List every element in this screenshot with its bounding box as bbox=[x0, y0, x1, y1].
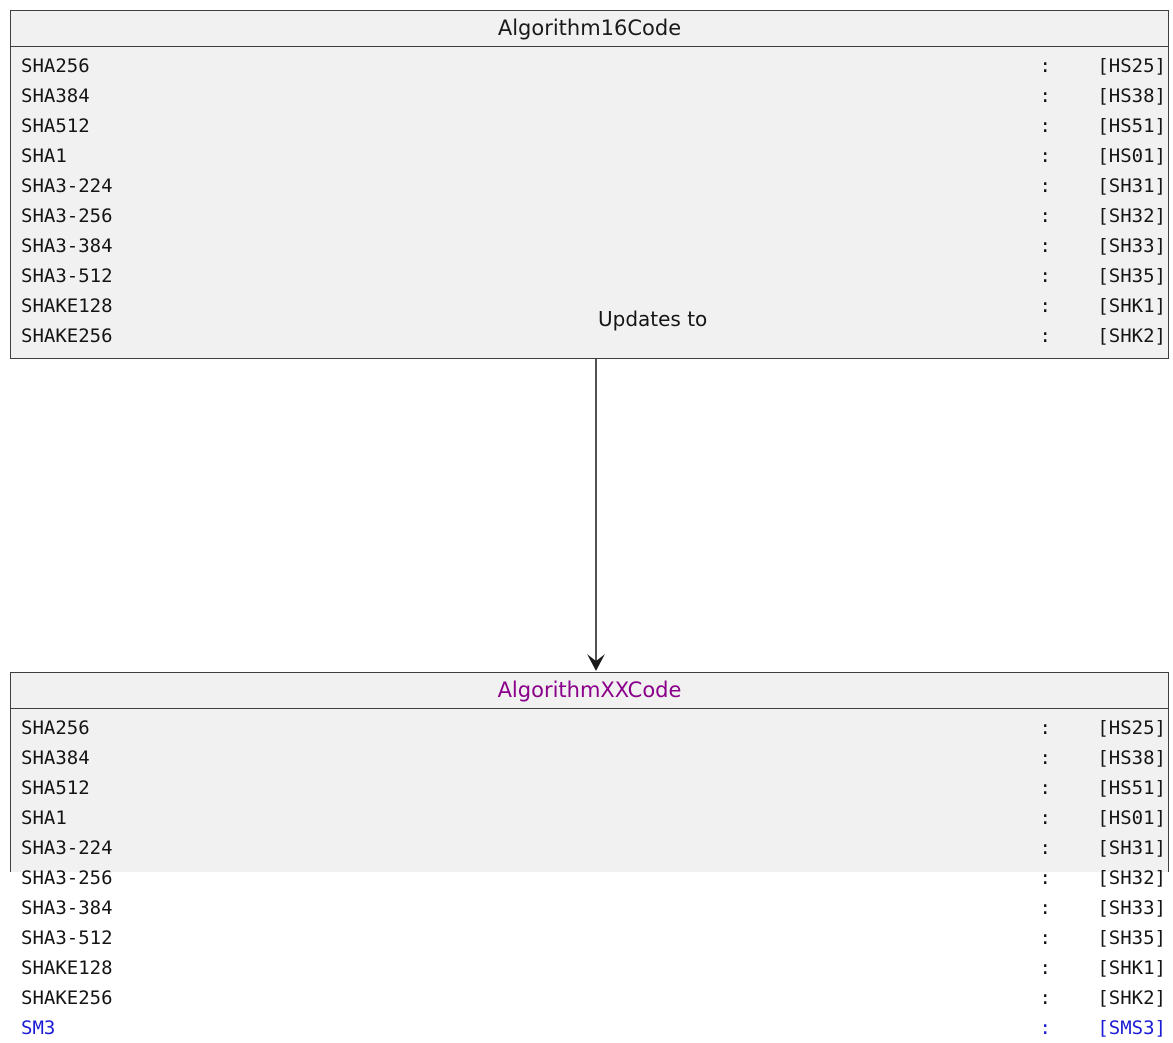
enum-entry-code: [HS51] bbox=[1097, 777, 1166, 799]
enum-entry-code: [SH33] bbox=[1097, 897, 1166, 919]
enum-entry-code: [HS25] bbox=[1097, 55, 1166, 77]
enum-entry-name: SHA256 bbox=[21, 55, 90, 77]
enum-entry-row: SHA3-384: [SH33] bbox=[11, 231, 1168, 261]
enum-entry-separator: : bbox=[1039, 145, 1051, 167]
enum-entry-row: SHA3-224: [SH31] bbox=[11, 171, 1168, 201]
enum-entry-code: [HS01] bbox=[1097, 145, 1166, 167]
enum-entry-separator: : bbox=[1039, 927, 1051, 949]
arrowhead-icon bbox=[587, 654, 605, 671]
enum-entry-name: SHA3-384 bbox=[21, 897, 113, 919]
enum-entry-code: [HS38] bbox=[1097, 747, 1166, 769]
enum-entry-separator: : bbox=[1039, 115, 1051, 137]
enum-entry-name: SHA3-512 bbox=[21, 265, 113, 287]
enum-entry-row: SHA512: [HS51] bbox=[11, 111, 1168, 141]
enum-entry-code: [HS51] bbox=[1097, 115, 1166, 137]
enum-entry-row: SM3: [SMS3] bbox=[11, 1013, 1168, 1043]
enum-entry-separator: : bbox=[1039, 175, 1051, 197]
algorithm16code-entries: SHA256: [HS25] SHA384: [HS38] SHA512: [HS51] S… bbox=[11, 47, 1168, 351]
enum-entry-row: SHA256: [HS25] bbox=[11, 51, 1168, 81]
enum-entry-row: SHAKE128: [SHK1] bbox=[11, 953, 1168, 983]
enum-entry-code: [SH33] bbox=[1097, 235, 1166, 257]
enum-entry-row: SHA1: [HS01] bbox=[11, 803, 1168, 833]
enum-entry-separator: : bbox=[1039, 837, 1051, 859]
enum-entry-row: SHA256: [HS25] bbox=[11, 713, 1168, 743]
enum-entry-row: SHA3-512: [SH35] bbox=[11, 261, 1168, 291]
enum-entry-name: SHA1 bbox=[21, 807, 67, 829]
enum-entry-separator: : bbox=[1039, 867, 1051, 889]
enum-entry-code: [SHK2] bbox=[1097, 325, 1166, 347]
enum-entry-name: SHA512 bbox=[21, 777, 90, 799]
enum-entry-separator: : bbox=[1039, 85, 1051, 107]
enum-entry-code: [SMS3] bbox=[1097, 1017, 1166, 1039]
enum-entry-code: [SH35] bbox=[1097, 265, 1166, 287]
enum-entry-code: [SH31] bbox=[1097, 175, 1166, 197]
enum-entry-name: SHAKE128 bbox=[21, 957, 113, 979]
enum-entry-row: SHA384: [HS38] bbox=[11, 743, 1168, 773]
enum-entry-name: SHA1 bbox=[21, 145, 67, 167]
enum-entry-name: SHA3-256 bbox=[21, 205, 113, 227]
enum-entry-code: [HS38] bbox=[1097, 85, 1166, 107]
enum-entry-row: SHA512: [HS51] bbox=[11, 773, 1168, 803]
enum-entry-name: SHA3-384 bbox=[21, 235, 113, 257]
enum-entry-code: [SH32] bbox=[1097, 867, 1166, 889]
enum-entry-separator: : bbox=[1039, 777, 1051, 799]
enum-entry-separator: : bbox=[1039, 205, 1051, 227]
enum-entry-row: SHA3-224: [SH31] bbox=[11, 833, 1168, 863]
enum-entry-row: SHAKE256: [SHK2] bbox=[11, 983, 1168, 1013]
enum-entry-separator: : bbox=[1039, 807, 1051, 829]
algorithm16code-class-box: Algorithm16Code SHA256: [HS25] SHA384: [HS3… bbox=[10, 10, 1169, 359]
enum-entry-separator: : bbox=[1039, 235, 1051, 257]
enum-entry-row: SHA3-384: [SH33] bbox=[11, 893, 1168, 923]
enum-entry-separator: : bbox=[1039, 265, 1051, 287]
enum-entry-code: [SHK1] bbox=[1097, 295, 1166, 317]
enum-entry-name: SHA512 bbox=[21, 115, 90, 137]
enum-entry-name: SHA384 bbox=[21, 85, 90, 107]
enum-entry-code: [SH32] bbox=[1097, 205, 1166, 227]
enum-entry-row: SHAKE128: [SHK1] bbox=[11, 291, 1168, 321]
enum-entry-separator: : bbox=[1039, 747, 1051, 769]
enum-entry-name: SM3 bbox=[21, 1017, 56, 1039]
enum-entry-name: SHA3-512 bbox=[21, 927, 113, 949]
enum-entry-separator: : bbox=[1039, 295, 1051, 317]
algorithm16code-title: Algorithm16Code bbox=[11, 11, 1168, 47]
enum-entry-row: SHAKE256: [SHK2] bbox=[11, 321, 1168, 351]
enum-entry-code: [SHK2] bbox=[1097, 987, 1166, 1009]
enum-entry-row: SHA1: [HS01] bbox=[11, 141, 1168, 171]
enum-entry-row: SHA384: [HS38] bbox=[11, 81, 1168, 111]
enum-entry-name: SHA384 bbox=[21, 747, 90, 769]
algorithmxxcode-entries: SHA256: [HS25] SHA384: [HS38] SHA512: [HS51] S… bbox=[11, 709, 1168, 1043]
enum-entry-name: SHAKE256 bbox=[21, 325, 113, 347]
enum-entry-separator: : bbox=[1039, 987, 1051, 1009]
algorithmxxcode-class-box: AlgorithmXXCode SHA256: [HS25] SHA384: [HS3… bbox=[10, 672, 1169, 1039]
enum-entry-separator: : bbox=[1039, 897, 1051, 919]
enum-entry-name: SHA3-224 bbox=[21, 175, 113, 197]
enum-entry-code: [SHK1] bbox=[1097, 957, 1166, 979]
enum-entry-row: SHA3-256: [SH32] bbox=[11, 863, 1168, 893]
enum-entry-name: SHA256 bbox=[21, 717, 90, 739]
enum-entry-code: [SH35] bbox=[1097, 927, 1166, 949]
enum-entry-code: [HS01] bbox=[1097, 807, 1166, 829]
enum-entry-separator: : bbox=[1039, 957, 1051, 979]
enum-entry-separator: : bbox=[1039, 325, 1051, 347]
enum-entry-name: SHA3-224 bbox=[21, 837, 113, 859]
enum-entry-separator: : bbox=[1039, 55, 1051, 77]
enum-entry-name: SHA3-256 bbox=[21, 867, 113, 889]
enum-entry-code: [HS25] bbox=[1097, 717, 1166, 739]
enum-entry-separator: : bbox=[1039, 1017, 1051, 1039]
enum-entry-row: SHA3-512: [SH35] bbox=[11, 923, 1168, 953]
enum-entry-name: SHAKE128 bbox=[21, 295, 113, 317]
enum-entry-separator: : bbox=[1039, 717, 1051, 739]
edge-label: Updates to bbox=[598, 307, 708, 331]
enum-entry-name: SHAKE256 bbox=[21, 987, 113, 1009]
algorithmxxcode-title: AlgorithmXXCode bbox=[11, 673, 1168, 709]
enum-entry-code: [SH31] bbox=[1097, 837, 1166, 859]
enum-entry-row: SHA3-256: [SH32] bbox=[11, 201, 1168, 231]
